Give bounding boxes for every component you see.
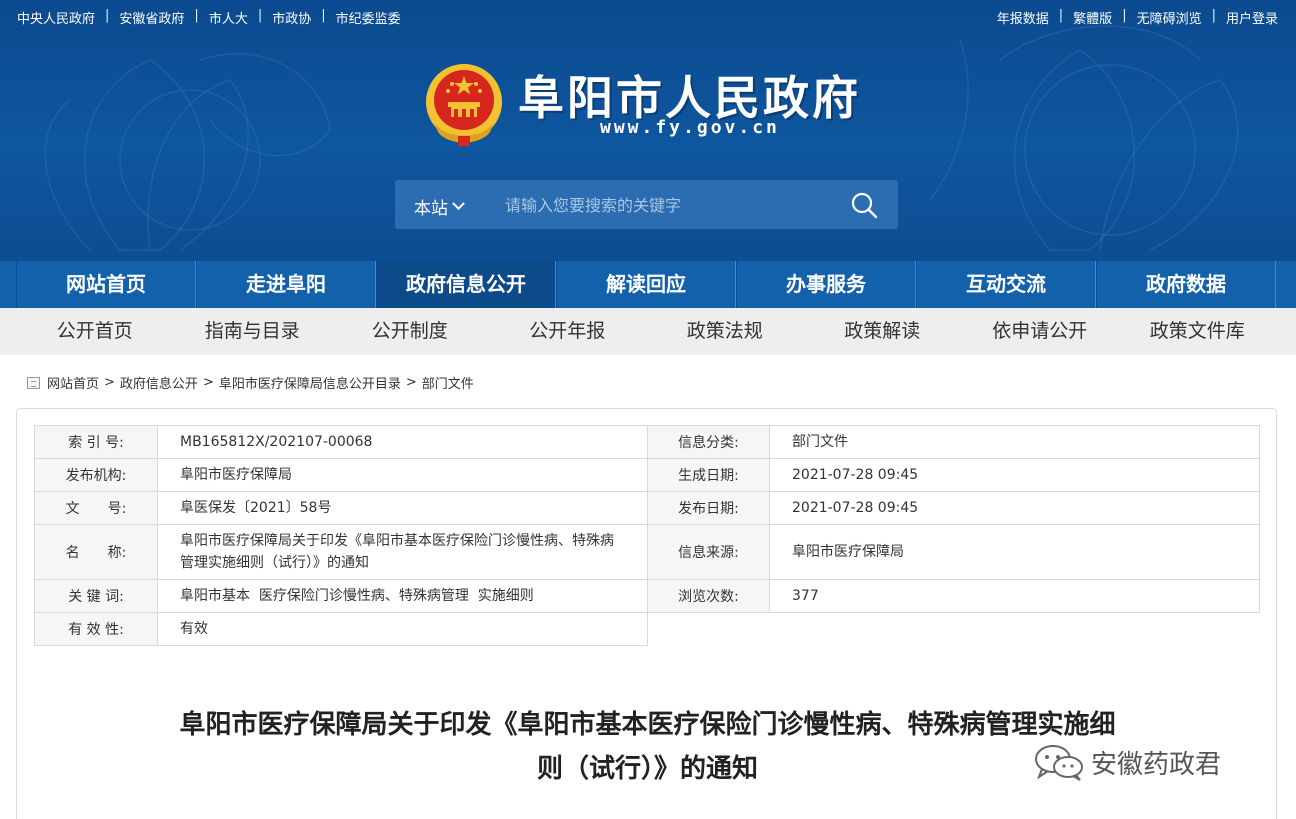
separator: | [1058,8,1064,23]
link-accessibility[interactable]: 无障碍浏览 [1137,8,1202,27]
nav-tab-government-disclosure[interactable]: 政府信息公开 [376,261,556,308]
site-url: www.fy.gov.cn [600,117,780,138]
meta-value-document-number: 阜医保发〔2021〕58号 [157,491,648,525]
meta-value-source: 阜阳市医疗保障局 [769,524,1260,580]
meta-value-category: 部门文件 [769,425,1260,459]
meta-label-category: 信息分类: [647,425,770,459]
link-city-npc[interactable]: 市人大 [209,8,248,27]
link-annual-data[interactable]: 年报数据 [997,8,1049,27]
wechat-watermark: 安徽药政君 [1033,742,1221,782]
chevron-down-icon [452,197,465,211]
separator: | [105,8,110,23]
link-discipline-commission[interactable]: 市纪委监委 [336,8,401,27]
top-links-left: 中央人民政府 | 安徽省政府 | 市人大 | 市政协 | 市纪委监委 [17,8,401,27]
subnav-guide-catalog[interactable]: 指南与目录 [174,308,332,355]
separator: | [257,8,263,23]
meta-label-keywords: 关 键 词: [34,579,158,613]
subnav-disclosure-system[interactable]: 公开制度 [331,308,489,355]
search-scope-dropdown[interactable]: 本站 [414,194,465,219]
subnav-disclosure-home[interactable]: 公开首页 [16,308,174,355]
meta-label-document-number: 文 号: [34,491,158,525]
subnav-policies-regulations[interactable]: 政策法规 [646,308,804,355]
link-central-government[interactable]: 中央人民政府 [17,8,95,27]
breadcrumb-item[interactable]: 部门文件 [422,373,474,392]
breadcrumb: 网站首页 > 政府信息公开 > 阜阳市医疗保障局信息公开目录 > 部门文件 [27,373,474,392]
meta-label-publisher: 发布机构: [34,458,158,492]
breadcrumb-item[interactable]: 政府信息公开 [120,373,198,392]
subnav-policy-library[interactable]: 政策文件库 [1119,308,1277,355]
breadcrumb-item[interactable]: 网站首页 [47,373,99,392]
wechat-icon [1035,745,1083,781]
subnav-annual-report[interactable]: 公开年报 [489,308,647,355]
link-city-cppcc[interactable]: 市政协 [272,8,311,27]
meta-label-publish-date: 发布日期: [647,491,770,525]
subnav-request-disclosure[interactable]: 依申请公开 [961,308,1119,355]
breadcrumb-separator: > [202,375,214,390]
site-header: 中央人民政府 | 安徽省政府 | 市人大 | 市政协 | 市纪委监委 年报数据 … [0,0,1296,261]
meta-label-index: 索 引 号: [34,425,158,459]
meta-label-views: 浏览次数: [647,579,770,613]
meta-value-created-date: 2021-07-28 09:45 [769,458,1260,492]
search-input[interactable] [505,190,835,220]
separator: | [1211,8,1216,23]
meta-label-name: 名 称: [34,524,158,580]
breadcrumb-separator: > [405,375,417,390]
meta-value-index: MB165812X/202107-00068 [157,425,648,459]
separator: | [194,8,199,23]
nav-tab-interaction[interactable]: 互动交流 [916,261,1096,308]
nav-tab-government-data[interactable]: 政府数据 [1096,261,1276,308]
link-user-login[interactable]: 用户登录 [1226,8,1278,27]
search-bar: 本站 [395,180,898,229]
nav-tab-interpretation[interactable]: 解读回应 [556,261,736,308]
separator: | [1122,8,1127,23]
meta-value-publish-date: 2021-07-28 09:45 [769,491,1260,525]
meta-value-publisher: 阜阳市医疗保障局 [157,458,648,492]
meta-value-keywords: 阜阳市基本 医疗保险门诊慢性病、特殊病管理 实施细则 [157,579,648,613]
nav-tab-services[interactable]: 办事服务 [736,261,916,308]
home-icon [27,376,40,389]
document-title-line-1: 阜阳市医疗保障局关于印发《阜阳市基本医疗保险门诊慢性病、特殊病管理实施细 [179,710,1116,740]
meta-label-validity: 有 效 性: [34,612,158,646]
meta-label-source: 信息来源: [647,524,770,580]
watermark-text: 安徽药政君 [1091,749,1222,780]
meta-value-views: 377 [769,579,1260,613]
meta-label-created-date: 生成日期: [647,458,770,492]
national-emblem-icon[interactable] [424,62,504,148]
nav-tab-about-fuyang[interactable]: 走进阜阳 [196,261,376,308]
meta-value-validity: 有效 [157,612,648,646]
separator: | [321,8,326,23]
search-scope-label: 本站 [414,199,448,219]
search-icon[interactable] [850,191,878,219]
link-provincial-government[interactable]: 安徽省政府 [119,8,184,27]
main-navigation: 网站首页 走进阜阳 政府信息公开 解读回应 办事服务 互动交流 政府数据 [0,261,1296,308]
top-utility-bar: 中央人民政府 | 安徽省政府 | 市人大 | 市政协 | 市纪委监委 年报数据 … [0,8,1296,27]
link-traditional-chinese[interactable]: 繁體版 [1073,8,1112,27]
subnav-policy-interpretation[interactable]: 政策解读 [804,308,962,355]
breadcrumb-separator: > [104,375,115,390]
nav-tab-home[interactable]: 网站首页 [16,261,196,308]
breadcrumb-item[interactable]: 阜阳市医疗保障局信息公开目录 [219,373,401,392]
meta-value-name: 阜阳市医疗保障局关于印发《阜阳市基本医疗保险门诊慢性病、特殊病管理实施细则（试行… [157,524,648,580]
sub-navigation: 公开首页 指南与目录 公开制度 公开年报 政策法规 政策解读 依申请公开 政策文… [0,308,1296,355]
top-links-right: 年报数据 | 繁體版 | 无障碍浏览 | 用户登录 [997,8,1278,27]
